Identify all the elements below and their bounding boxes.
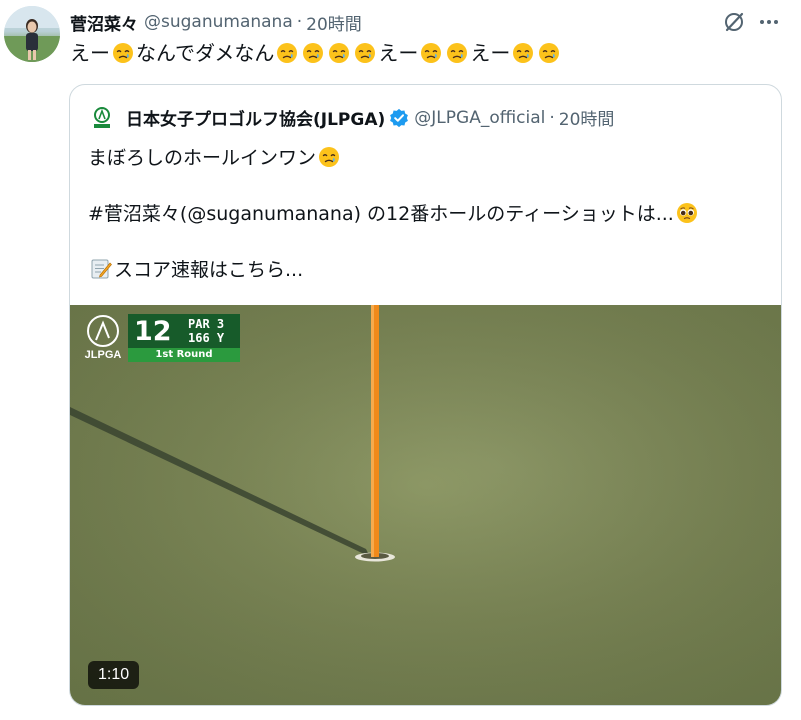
jlpga-watermark: JLPGA — [84, 315, 122, 367]
video-player[interactable]: JLPGA 12 PAR 3 166 Y 1st Round 1:10 — [70, 305, 781, 705]
quoted-post-time[interactable]: 20時間 — [559, 105, 615, 130]
video-duration: 1:10 — [88, 661, 140, 689]
hole-number: 12 — [134, 316, 172, 347]
verified-badge-icon — [390, 108, 409, 127]
quoted-author-name[interactable]: 日本女子プロゴルフ協会(JLPGA) — [126, 105, 385, 130]
yardage-label: 166 Y — [188, 331, 225, 345]
video-frame — [70, 305, 781, 705]
holding-back-tears-emoji — [445, 41, 469, 65]
post-text-segment: えー — [378, 41, 419, 65]
separator-dot: · — [549, 107, 555, 128]
author-handle[interactable]: @suganumanana — [144, 12, 293, 32]
quoted-text-line-1: まぼろしのホールインワン — [88, 143, 342, 170]
round-label: 1st Round — [155, 349, 213, 360]
quoted-author-handle[interactable]: @JLPGA_official — [414, 108, 545, 128]
avatar[interactable] — [4, 6, 60, 62]
post-text: えー なんでダメなん えー えー — [70, 38, 562, 68]
separator-dot: · — [296, 12, 303, 32]
par-label: PAR 3 — [188, 317, 225, 331]
post-text-segment: えー — [470, 41, 511, 65]
holding-back-tears-emoji — [353, 41, 377, 65]
holding-back-tears-emoji — [511, 41, 535, 65]
quoted-text-line-3: スコア速報はこちら... — [88, 255, 303, 282]
jlpga-logo-text: JLPGA — [84, 349, 122, 361]
holding-back-tears-emoji — [301, 41, 325, 65]
holding-back-tears-emoji — [537, 41, 561, 65]
quoted-text-line-2: #菅沼菜々(@suganumanana) の12番ホールのティーショットは... — [88, 199, 700, 226]
jlpga-logo-icon[interactable] — [90, 106, 114, 130]
holding-back-tears-emoji — [419, 41, 443, 65]
pleading-face-emoji — [675, 201, 699, 225]
post-text-segment: なんでダメなん — [136, 41, 275, 65]
author-name[interactable]: 菅沼菜々 — [70, 10, 138, 35]
holding-back-tears-emoji — [275, 41, 299, 65]
more-icon[interactable] — [755, 8, 783, 36]
quoted-text: スコア速報はこちら... — [114, 259, 304, 281]
post-time[interactable]: 20時間 — [306, 10, 362, 35]
post-text-segment: えー — [70, 41, 110, 65]
quoted-text: (@suganumanana) の12番ホールのティーショットは... — [179, 203, 674, 225]
quoted-text: まぼろしのホールインワン — [88, 147, 317, 169]
grok-icon[interactable] — [720, 8, 748, 36]
post-header: 菅沼菜々 @suganumanana · 20時間 — [70, 10, 362, 35]
holding-back-tears-emoji — [327, 41, 351, 65]
holding-back-tears-emoji — [111, 41, 135, 65]
holding-back-tears-emoji — [317, 145, 341, 169]
quoted-post-header: 日本女子プロゴルフ協会(JLPGA) @JLPGA_official · 20時… — [90, 105, 614, 130]
hole-scoreboard: 12 PAR 3 166 Y 1st Round — [128, 314, 240, 362]
quoted-post[interactable]: 日本女子プロゴルフ協会(JLPGA) @JLPGA_official · 20時… — [69, 84, 782, 706]
hashtag-link[interactable]: #菅沼菜々 — [88, 203, 180, 225]
memo-emoji — [89, 257, 113, 281]
